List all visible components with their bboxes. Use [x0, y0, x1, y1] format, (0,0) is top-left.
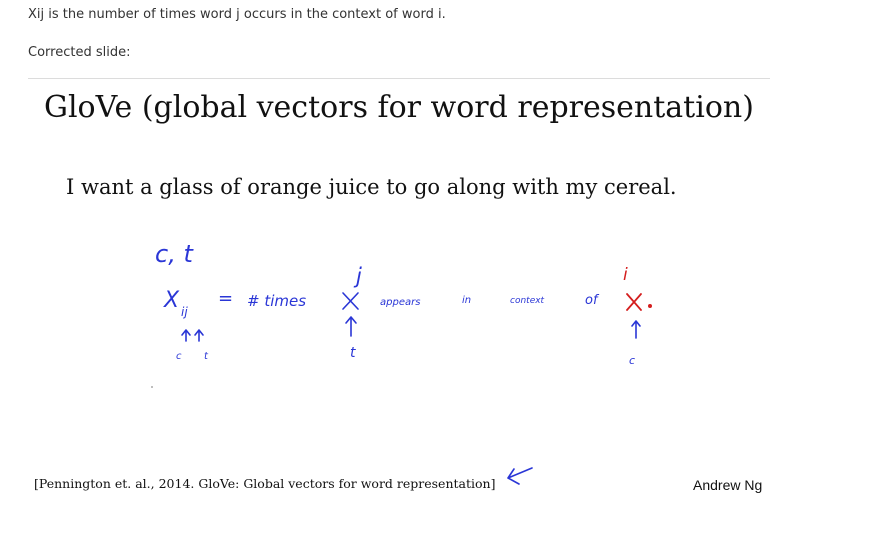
handwritten-annotations: c, t X ij = # times j appears in context… — [151, 240, 653, 485]
author-name: Andrew Ng — [693, 477, 763, 493]
citation: [Pennington et. al., 2014. GloVe: Global… — [34, 476, 496, 491]
up-arrow-j — [345, 316, 357, 337]
hand-c-under-x: c — [176, 351, 182, 362]
pointer-arrow — [507, 467, 533, 485]
hand-x-subscript: ij — [181, 305, 188, 319]
hand-i-label: i — [623, 265, 628, 285]
period-dot — [648, 303, 653, 308]
hand-t-under-x: t — [204, 351, 209, 362]
up-arrow-c — [181, 329, 191, 342]
hand-equals: = — [218, 288, 233, 309]
up-arrow-t — [194, 329, 204, 342]
hand-t-under-j: t — [350, 345, 356, 361]
stray-dot — [151, 386, 153, 388]
hand-appears: appears — [380, 297, 420, 308]
hand-hash-times: # times — [247, 292, 306, 310]
hand-ct-label: c, t — [155, 240, 194, 268]
hand-x-label: X — [163, 288, 180, 313]
hand-c-under-i: c — [629, 354, 635, 367]
crossed-x-j — [342, 292, 359, 310]
up-arrow-i — [631, 320, 641, 339]
hand-j-label: j — [353, 264, 362, 288]
hand-context: context — [510, 296, 545, 306]
hand-of: of — [585, 293, 600, 308]
crossed-x-i — [626, 293, 642, 311]
hand-in: in — [462, 295, 471, 306]
